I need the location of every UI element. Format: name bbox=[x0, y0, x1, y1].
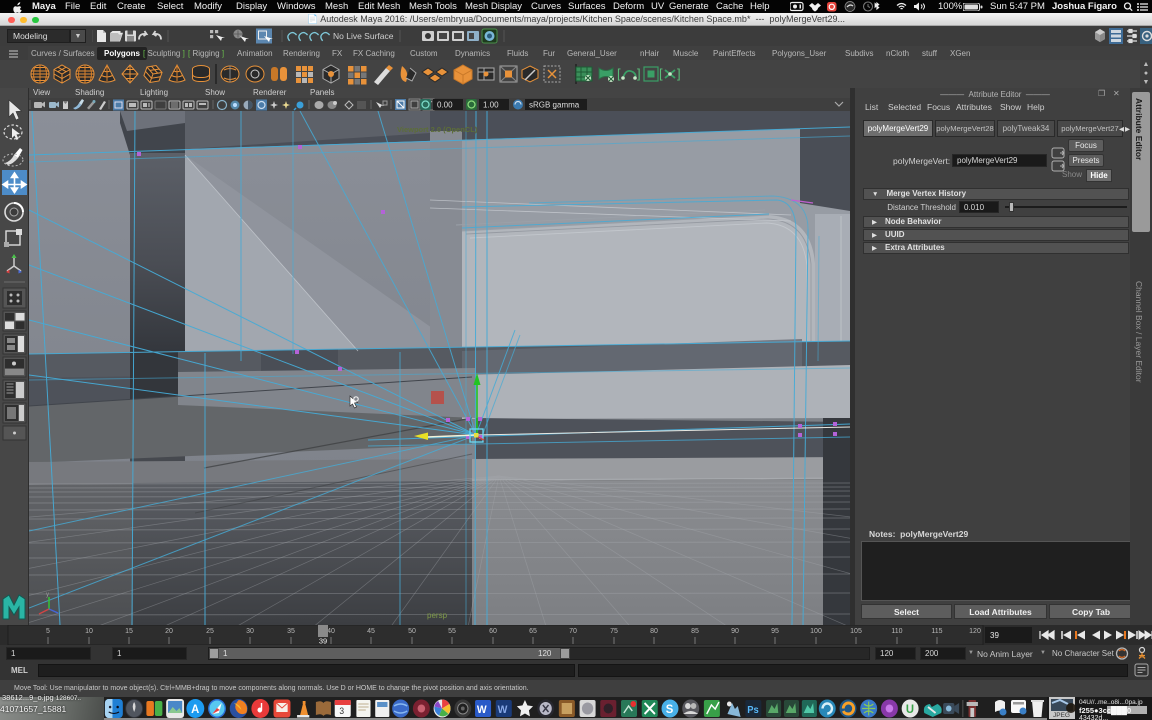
svg-text:50: 50 bbox=[408, 628, 416, 635]
svg-text:120: 120 bbox=[969, 628, 981, 635]
svg-text:JPEG: JPEG bbox=[1053, 712, 1070, 719]
svg-text:A: A bbox=[191, 703, 200, 716]
svg-text:1.00: 1.00 bbox=[483, 101, 499, 110]
svg-text:43432d...: 43432d... bbox=[1079, 715, 1108, 720]
svg-text:30: 30 bbox=[246, 628, 254, 635]
svg-text:y: y bbox=[46, 592, 49, 598]
svg-text:15: 15 bbox=[125, 628, 133, 635]
svg-text:20: 20 bbox=[165, 628, 173, 635]
svg-text:39: 39 bbox=[990, 631, 999, 640]
svg-text:0.00: 0.00 bbox=[437, 101, 453, 110]
svg-text:Viewport 2.0 (OpenCL): Viewport 2.0 (OpenCL) bbox=[397, 125, 478, 134]
svg-text:65: 65 bbox=[529, 628, 537, 635]
svg-text:110: 110 bbox=[891, 628, 902, 635]
svg-text:W: W bbox=[477, 704, 488, 716]
svg-text:55: 55 bbox=[448, 628, 456, 635]
svg-text:04U//..me..o8i...0pa.jp: 04U//..me..o8i...0pa.jp bbox=[1079, 699, 1143, 706]
svg-text:persp: persp bbox=[427, 611, 448, 620]
svg-text:]: ] bbox=[637, 66, 641, 81]
svg-text:115: 115 bbox=[931, 628, 942, 635]
svg-text:75: 75 bbox=[610, 628, 618, 635]
svg-text:sRGB gamma: sRGB gamma bbox=[529, 101, 580, 110]
svg-text:U: U bbox=[906, 703, 914, 716]
svg-text:100: 100 bbox=[810, 628, 822, 635]
svg-text:95: 95 bbox=[771, 628, 779, 635]
svg-text:W: W bbox=[498, 704, 509, 716]
svg-text:70: 70 bbox=[569, 628, 577, 635]
svg-text:45: 45 bbox=[367, 628, 375, 635]
svg-text:S: S bbox=[666, 703, 674, 716]
svg-text:10: 10 bbox=[85, 628, 93, 635]
svg-text:3: 3 bbox=[339, 706, 344, 716]
svg-text:5: 5 bbox=[46, 628, 50, 635]
svg-text:39: 39 bbox=[319, 637, 327, 646]
svg-text:85: 85 bbox=[691, 628, 699, 635]
svg-text:40: 40 bbox=[327, 628, 335, 635]
svg-text:25: 25 bbox=[206, 628, 214, 635]
svg-text:105: 105 bbox=[850, 628, 862, 635]
svg-text:60: 60 bbox=[489, 628, 497, 635]
svg-text:90: 90 bbox=[731, 628, 739, 635]
svg-text:[: [ bbox=[617, 66, 621, 81]
svg-text:]: ] bbox=[677, 66, 681, 81]
svg-text:80: 80 bbox=[650, 628, 658, 635]
svg-text:Ps: Ps bbox=[747, 705, 759, 716]
svg-text:[: [ bbox=[659, 66, 663, 81]
svg-text:35: 35 bbox=[287, 628, 295, 635]
svg-text:No Live Surface: No Live Surface bbox=[333, 31, 394, 41]
